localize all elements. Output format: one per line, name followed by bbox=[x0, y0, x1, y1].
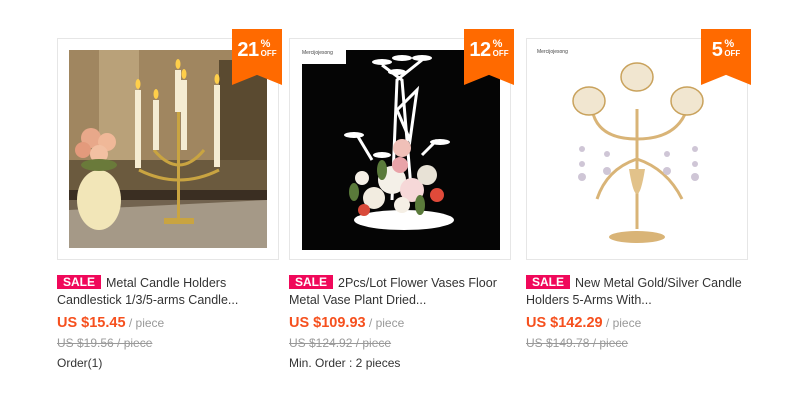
product-card[interactable]: Mercijojesong 12 % OFF SALE 2Pcs/Lot Flow… bbox=[289, 29, 514, 370]
price-unit: / piece bbox=[602, 316, 642, 330]
sale-tag: SALE bbox=[57, 275, 102, 289]
product-card[interactable]: 21 % OFF SALE Metal Candle Holders Candle… bbox=[57, 29, 282, 370]
product-image-frame[interactable]: Mercijojesong 5 % OFF bbox=[526, 29, 751, 260]
discount-percent: 5 bbox=[711, 39, 723, 61]
original-price: US $124.92 / piece bbox=[289, 336, 392, 350]
min-order: Min. Order : 2 pieces bbox=[289, 356, 401, 370]
order-count: Order(1) bbox=[57, 356, 103, 370]
percent-symbol: % bbox=[724, 38, 735, 50]
original-price: US $149.78 / piece bbox=[526, 336, 629, 350]
off-label: OFF bbox=[724, 49, 741, 58]
product-title-link[interactable]: SALE Metal Candle Holders Candlestick 1/3… bbox=[57, 275, 292, 309]
sale-tag: SALE bbox=[526, 275, 571, 289]
current-price: US $15.45 bbox=[57, 315, 126, 331]
discount-percent: 12 bbox=[469, 39, 491, 61]
product-title-link[interactable]: SALE 2Pcs/Lot Flower Vases Floor Metal Va… bbox=[289, 275, 524, 309]
price-unit: / piece bbox=[125, 316, 165, 330]
price-row: US $15.45 / piece bbox=[57, 315, 281, 331]
discount-percent: 21 bbox=[237, 39, 259, 61]
brand-logo: Mercijojesong bbox=[302, 50, 333, 56]
product-title-link[interactable]: SALE New Metal Gold/Silver Candle Holders… bbox=[526, 275, 761, 309]
off-label: OFF bbox=[260, 49, 277, 58]
sale-tag: SALE bbox=[289, 275, 334, 289]
product-card[interactable]: Mercijojesong 5 % OFF SALE New Metal Gold… bbox=[526, 29, 751, 350]
product-image-frame[interactable]: Mercijojesong 12 % OFF bbox=[289, 29, 514, 260]
current-price: US $109.93 bbox=[289, 315, 366, 331]
original-price: US $19.56 / piece bbox=[57, 336, 153, 350]
percent-symbol: % bbox=[260, 38, 271, 50]
brand-logo: Mercijojesong bbox=[537, 49, 568, 55]
price-row: US $142.29 / piece bbox=[526, 315, 750, 331]
price-unit: / piece bbox=[365, 316, 405, 330]
price-row: US $109.93 / piece bbox=[289, 315, 513, 331]
current-price: US $142.29 bbox=[526, 315, 603, 331]
product-image-frame[interactable]: 21 % OFF bbox=[57, 29, 282, 260]
percent-symbol: % bbox=[492, 38, 503, 50]
off-label: OFF bbox=[492, 49, 509, 58]
